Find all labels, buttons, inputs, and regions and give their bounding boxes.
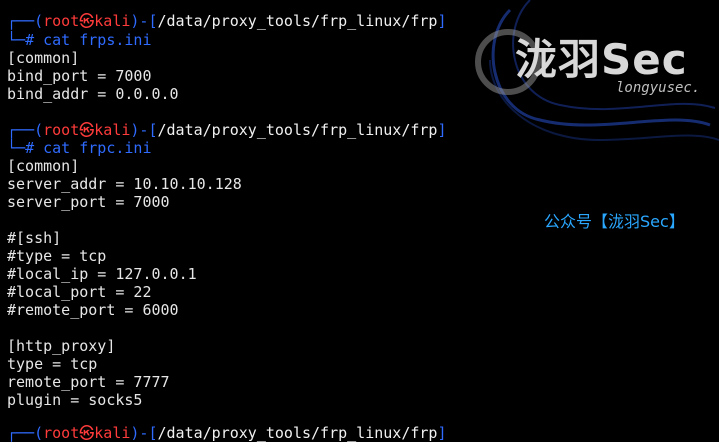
prompt-host: kali	[94, 121, 131, 139]
prompt-bracket: ┌──(	[7, 424, 44, 442]
kali-at-icon: ㉿	[79, 12, 95, 30]
prompt-path: /data/proxy_tools/frp_linux/frp	[157, 424, 438, 442]
prompt-bracket: ┌──(	[7, 12, 44, 30]
prompt-separator: )-[	[130, 12, 158, 30]
output-line: type = tcp	[7, 355, 98, 373]
prompt-line-2: ┌──(root㉿kali)-[/data/proxy_tools/frp_li…	[7, 121, 446, 139]
output-line: [http_proxy]	[7, 337, 116, 355]
prompt-user: root	[43, 121, 80, 139]
prompt-close: ]	[437, 12, 447, 30]
output-line: bind_addr = 0.0.0.0	[7, 85, 179, 103]
command-line-1: └─# cat frps.ini	[7, 31, 152, 49]
watermark-brand: 泷羽Sec	[515, 35, 688, 84]
watermark-domain: longyusec.	[616, 80, 701, 96]
prompt-corner: └─	[7, 31, 26, 49]
output-line: #[ssh]	[7, 229, 62, 247]
prompt-line-3: ┌──(root㉿kali)-[/data/proxy_tools/frp_li…	[7, 424, 446, 442]
output-line: [common]	[7, 157, 80, 175]
prompt-path: /data/proxy_tools/frp_linux/frp	[157, 12, 438, 30]
prompt-user: root	[43, 12, 80, 30]
command-line-2: └─# cat frpc.ini	[7, 139, 152, 157]
prompt-close: ]	[437, 121, 447, 139]
prompt-separator: )-[	[130, 424, 158, 442]
prompt-hash: #	[25, 139, 35, 157]
output-line: plugin = socks5	[7, 391, 143, 409]
output-line: bind_port = 7000	[7, 67, 152, 85]
output-line: #local_ip = 127.0.0.1	[7, 265, 197, 283]
watermark-public-account: 公众号【泷羽Sec】	[544, 212, 685, 231]
terminal-window[interactable]: 泷羽Sec longyusec. 公众号【泷羽Sec】 ┌──(root㉿kal…	[0, 0, 719, 442]
prompt-host: kali	[94, 12, 131, 30]
prompt-close: ]	[437, 424, 447, 442]
output-line: #local_port = 22	[7, 283, 152, 301]
prompt-path: /data/proxy_tools/frp_linux/frp	[157, 121, 438, 139]
output-line: server_port = 7000	[7, 193, 170, 211]
output-line: remote_port = 7777	[7, 373, 170, 391]
output-line: [common]	[7, 49, 80, 67]
prompt-line-1: ┌──(root㉿kali)-[/data/proxy_tools/frp_li…	[7, 12, 446, 30]
command-text: cat frps.ini	[43, 31, 152, 49]
prompt-bracket: ┌──(	[7, 121, 44, 139]
prompt-corner: └─	[7, 139, 26, 157]
output-line: #type = tcp	[7, 247, 107, 265]
output-line: server_addr = 10.10.10.128	[7, 175, 242, 193]
output-line: #remote_port = 6000	[7, 301, 179, 319]
prompt-separator: )-[	[130, 121, 158, 139]
kali-at-icon: ㉿	[79, 424, 95, 442]
kali-at-icon: ㉿	[79, 121, 95, 139]
prompt-host: kali	[94, 424, 131, 442]
prompt-hash: #	[25, 31, 35, 49]
command-text: cat frpc.ini	[43, 139, 152, 157]
prompt-user: root	[43, 424, 80, 442]
